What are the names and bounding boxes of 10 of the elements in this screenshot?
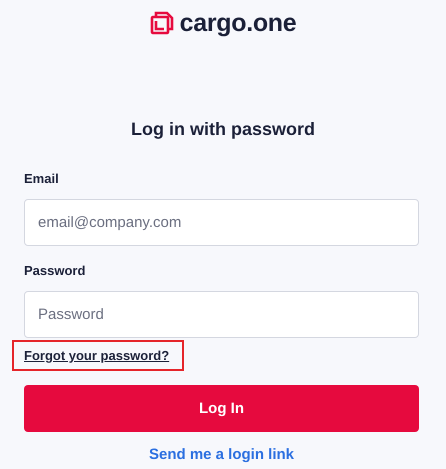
login-link[interactable]: Send me a login link bbox=[148, 446, 294, 463]
field-label: Email bbox=[24, 171, 60, 187]
field-label: Password bbox=[24, 263, 86, 279]
input-field[interactable]: email@company.com bbox=[24, 199, 419, 246]
logo-text: cargo.one bbox=[180, 8, 296, 38]
login-button[interactable]: Log In bbox=[24, 385, 419, 432]
logo-icon bbox=[150, 11, 174, 35]
input-field[interactable]: Password bbox=[24, 291, 419, 338]
forgot-password-link[interactable]: Forgot your password? bbox=[14, 342, 182, 369]
page-title: Log in with password bbox=[130, 119, 316, 141]
